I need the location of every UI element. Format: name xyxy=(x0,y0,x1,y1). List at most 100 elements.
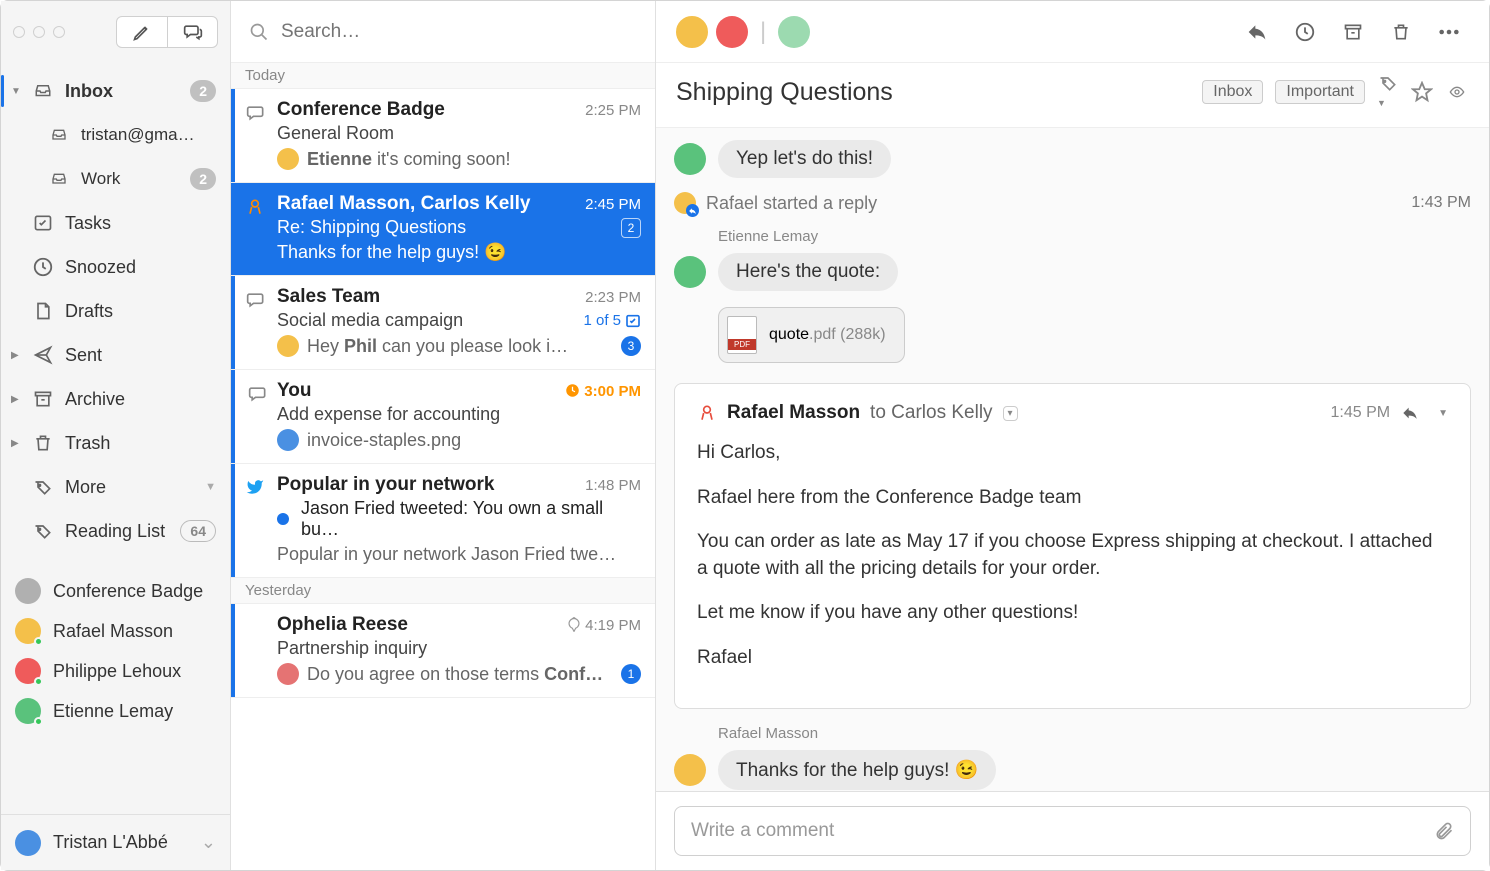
chat-icon xyxy=(245,290,267,310)
nav-label: Trash xyxy=(65,433,216,454)
avatar xyxy=(674,143,706,175)
inbox-icon xyxy=(47,127,71,143)
search-icon xyxy=(249,22,269,42)
participant-avatar[interactable] xyxy=(716,16,748,48)
nav-tasks[interactable]: Tasks xyxy=(1,201,230,245)
subject: Social media campaign xyxy=(277,310,463,331)
time: 4:19 PM xyxy=(567,616,641,634)
message-item[interactable]: Conference Badge 2:25 PM General Room Eti… xyxy=(231,89,655,183)
subject: Add expense for accounting xyxy=(277,404,500,425)
avatar xyxy=(674,256,706,288)
nav-snoozed[interactable]: Snoozed xyxy=(1,245,230,289)
participant-avatar[interactable] xyxy=(676,16,708,48)
message-list-pane: Today Conference Badge2:25 PM General Ro… xyxy=(231,1,656,870)
app-icon xyxy=(697,402,717,424)
nav-inbox[interactable]: ▼ Inbox 2 xyxy=(1,69,230,113)
avatar xyxy=(277,429,299,451)
contact-name: Etienne Lemay xyxy=(53,701,173,722)
subject: Re: Shipping Questions xyxy=(277,217,466,238)
message-item[interactable]: Sales Team2:23 PM Social media campaign1… xyxy=(231,276,655,370)
chevron-down-icon[interactable]: ▼ xyxy=(1438,408,1448,419)
inbox-icon xyxy=(47,171,71,187)
archive-button[interactable] xyxy=(1333,14,1373,50)
message-item[interactable]: You 3:00 PM Add expense for accounting i… xyxy=(231,370,655,464)
subject: Partnership inquiry xyxy=(277,638,427,659)
sent-icon xyxy=(31,345,55,365)
message-item-selected[interactable]: Rafael Masson, Carlos Kelly2:45 PM Re: S… xyxy=(231,183,655,276)
tag-important[interactable]: Important xyxy=(1275,80,1365,104)
nav-more[interactable]: More▼ xyxy=(1,465,230,509)
nav-reading-list[interactable]: Reading List64 xyxy=(1,509,230,553)
preview: Etienne it's coming soon! xyxy=(307,149,511,170)
tag-inbox[interactable]: Inbox xyxy=(1202,80,1263,104)
message-item[interactable]: Ophelia Reese 4:19 PM Partnership inquir… xyxy=(231,604,655,698)
time: 2:23 PM xyxy=(585,289,641,306)
chat-bubble: Here's the quote: xyxy=(718,253,898,291)
attachment-name: quote.pdf (288k) xyxy=(769,326,886,344)
avatar xyxy=(15,698,41,724)
task-progress: 1 of 5 xyxy=(583,312,641,329)
contact-etienne[interactable]: Etienne Lemay xyxy=(1,691,230,731)
nav-label: Sent xyxy=(65,345,216,366)
chat-bubble: Yep let's do this! xyxy=(718,140,891,178)
participant-avatar[interactable] xyxy=(778,16,810,48)
contact-philippe[interactable]: Philippe Lehoux xyxy=(1,651,230,691)
avatar xyxy=(15,658,41,684)
reply-button[interactable] xyxy=(1400,405,1428,421)
avatar xyxy=(674,192,696,214)
chat-button[interactable] xyxy=(167,17,217,47)
compose-button[interactable] xyxy=(117,17,167,47)
snooze-button[interactable] xyxy=(1285,14,1325,50)
document-icon xyxy=(31,300,55,322)
message-item[interactable]: Popular in your network1:48 PM Jason Fri… xyxy=(231,464,655,578)
thread: Yep let's do this! Rafael started a repl… xyxy=(656,128,1489,791)
sender-label: Etienne Lemay xyxy=(718,228,1471,245)
badge: 64 xyxy=(180,520,216,542)
contact-conference-badge[interactable]: Conference Badge xyxy=(1,571,230,611)
avatar xyxy=(277,148,299,170)
watch-button[interactable] xyxy=(1445,84,1469,100)
more-button[interactable] xyxy=(1429,14,1469,50)
paperclip-icon[interactable] xyxy=(1434,820,1454,842)
app-icon xyxy=(245,197,265,217)
nav-drafts[interactable]: Drafts xyxy=(1,289,230,333)
pdf-icon xyxy=(727,316,757,354)
twitter-icon xyxy=(245,478,265,496)
sender-label: Rafael Masson xyxy=(718,725,1471,742)
contact-name: Rafael Masson xyxy=(53,621,173,642)
attachment[interactable]: quote.pdf (288k) xyxy=(718,307,905,363)
user-name: Tristan L'Abbé xyxy=(53,832,168,853)
current-user[interactable]: Tristan L'Abbé ⌄ xyxy=(1,814,230,870)
preview: Thanks for the help guys! 😉 xyxy=(277,242,507,263)
status-text: Rafael started a reply xyxy=(706,193,877,214)
contact-rafael[interactable]: Rafael Masson xyxy=(1,611,230,651)
from: Conference Badge xyxy=(277,99,577,121)
nav-archive[interactable]: ▶Archive xyxy=(1,377,230,421)
reply-button[interactable] xyxy=(1237,14,1277,50)
time: 2:25 PM xyxy=(585,102,641,119)
subject: General Room xyxy=(277,123,394,144)
placeholder-text: Write a comment xyxy=(691,820,834,842)
section-yesterday: Yesterday xyxy=(231,578,655,604)
email-card: Rafael Masson to Carlos Kelly ▾ 1:45 PM … xyxy=(674,383,1471,709)
chevron-down-icon: ⌄ xyxy=(201,832,216,853)
search-bar[interactable] xyxy=(231,1,655,63)
trash-button[interactable] xyxy=(1381,14,1421,50)
tasks-icon xyxy=(31,213,55,233)
search-input[interactable] xyxy=(281,21,637,43)
star-button[interactable] xyxy=(1411,81,1433,103)
window-controls[interactable] xyxy=(13,26,65,38)
nav-trash[interactable]: ▶Trash xyxy=(1,421,230,465)
nav-sent[interactable]: ▶Sent xyxy=(1,333,230,377)
contact-name: Philippe Lehoux xyxy=(53,661,181,682)
nav-account-2[interactable]: Work 2 xyxy=(1,157,230,201)
nav-account-1[interactable]: tristan@gma… xyxy=(1,113,230,157)
nav: ▼ Inbox 2 tristan@gma… Work 2 Tasks Snoo… xyxy=(1,63,230,814)
tag-button[interactable]: ▼ xyxy=(1377,73,1399,111)
chat-icon xyxy=(245,103,267,123)
email-time: 1:45 PM xyxy=(1331,404,1391,422)
comment-input[interactable]: Write a comment xyxy=(674,806,1471,856)
unread-dot xyxy=(277,513,289,525)
nav-label: tristan@gma… xyxy=(81,125,216,145)
recipients-dropdown[interactable]: ▾ xyxy=(1003,406,1018,421)
